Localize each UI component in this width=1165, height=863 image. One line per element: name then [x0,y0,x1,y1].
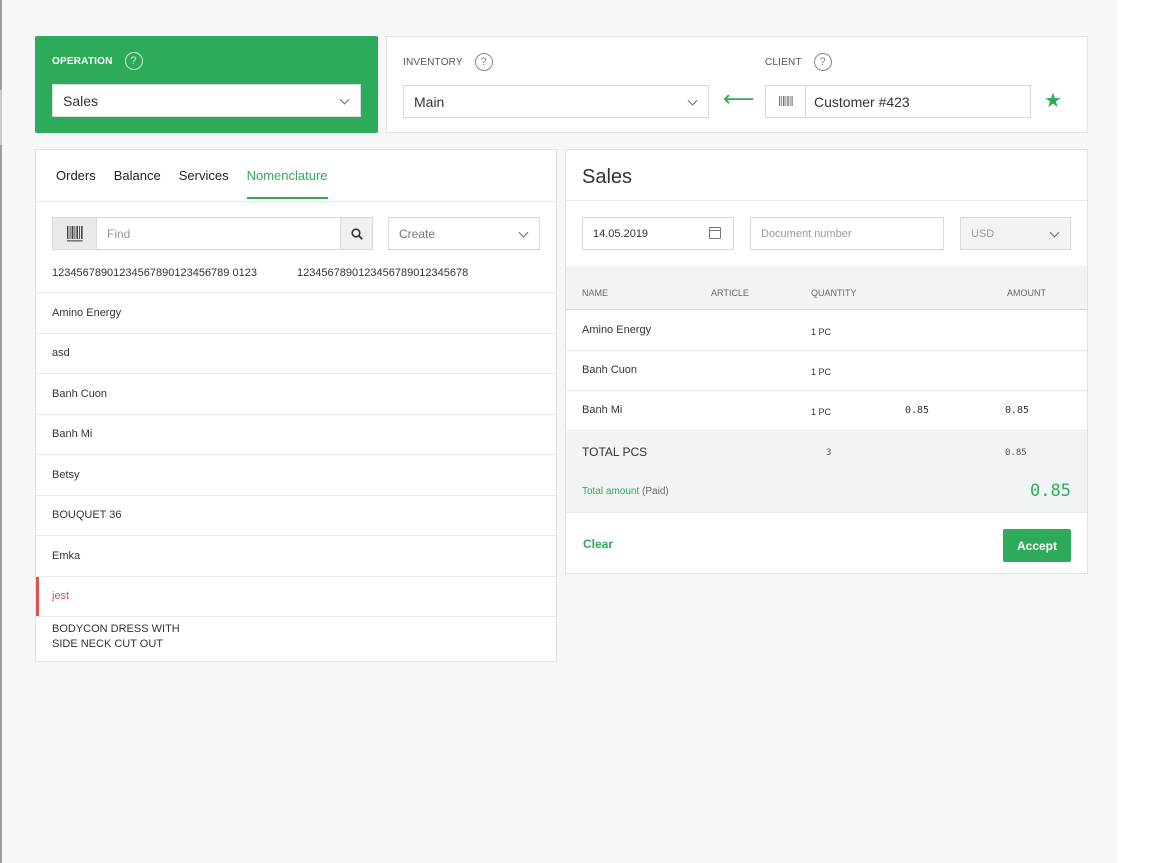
total-pcs-amount: 0.85 [1005,448,1027,458]
barcode-codes: 12345678901234567890123456789 0123 12345… [52,267,468,279]
inventory-value: Main [414,93,445,110]
total-amount-label: Total amount (Paid) [582,486,669,497]
code-text: 12345678901234567890123456789 0123 [52,267,257,279]
search-input[interactable] [97,218,340,249]
row-qty: 1 PC [811,367,832,377]
row-name: Banh Cuon [582,364,638,376]
client-label: CLIENT [765,56,802,68]
tab-orders[interactable]: Orders [56,168,96,199]
nomenclature-card: Orders Balance Services Nomenclature Cre… [35,149,557,662]
header-quantity: QUANTITY [811,288,857,298]
header-name: NAME [582,288,609,298]
sales-card: Sales 14.05.2019 USD NAME ARTICLE QUANTI… [565,149,1088,574]
star-icon[interactable]: ★ [1044,88,1062,113]
list-item[interactable]: BOUQUET 36 [36,494,556,536]
operation-label: OPERATION [52,55,113,67]
total-pcs-value: 3 [826,448,832,458]
inventory-label: INVENTORY [403,56,463,68]
barcode-scan-button[interactable] [53,218,97,249]
table-row[interactable]: Banh Cuon 1 PC [566,351,1087,391]
tab-nomenclature[interactable]: Nomenclature [246,168,328,199]
table-row[interactable]: Amino Energy 1 PC [566,311,1087,351]
list-item[interactable]: Amino Energy [36,292,556,333]
client-field[interactable]: Customer #423 [765,85,1031,118]
date-field[interactable]: 14.05.2019 [582,217,734,250]
product-list: Amino Energy asd Banh Cuon Banh Mi Betsy… [36,292,556,657]
search-button[interactable] [340,218,372,249]
list-item[interactable]: Banh Mi [36,413,556,455]
list-item[interactable]: Banh Cuon [36,373,556,414]
chevron-down-icon [518,227,529,238]
divider [566,200,1087,201]
row-qty: 1 PC [811,407,832,417]
row-name: Amino Energy [582,324,652,336]
totals: TOTAL PCS 3 0.85 Total amount (Paid) 0.8… [566,432,1087,513]
row-name: Banh Mi [582,404,623,416]
inventory-client-panel: INVENTORY ? Main ⟵ CLIENT ? Customer #42… [386,36,1088,133]
chevron-down-icon [687,95,698,106]
operation-select[interactable]: Sales [52,84,361,117]
help-icon[interactable]: ? [813,53,832,71]
arrow-left-icon: ⟵ [723,86,755,111]
row-amount: 0.85 [1005,405,1030,416]
search-icon [350,227,363,240]
header-amount: AMOUNT [1007,288,1046,298]
help-icon[interactable]: ? [124,52,143,70]
list-item-alert[interactable]: jest [36,575,556,617]
client-value: Customer #423 [814,93,910,110]
tab-balance[interactable]: Balance [114,168,161,199]
inventory-select[interactable]: Main [403,85,709,118]
date-value: 14.05.2019 [593,227,649,240]
search-group [52,217,373,250]
list-item[interactable]: Betsy [36,454,556,495]
chevron-down-icon [1049,227,1060,238]
header-article: ARTICLE [711,288,749,298]
tab-services[interactable]: Services [179,168,229,199]
clear-button[interactable]: Clear [583,537,613,551]
table-header: NAME ARTICLE QUANTITY AMOUNT [566,266,1087,310]
operation-panel: OPERATION ? Sales [35,36,378,133]
calendar-icon[interactable] [709,227,721,239]
currency-select[interactable]: USD [960,217,1071,250]
help-icon[interactable]: ? [474,53,493,71]
create-select[interactable]: Create [388,217,540,250]
sales-title: Sales [582,166,633,188]
row-qty: 1 PC [811,327,832,337]
divider [36,201,556,202]
total-pcs-label: TOTAL PCS [582,445,648,459]
total-amount-text: Total amount [582,486,640,497]
row-price: 0.85 [905,405,930,416]
accept-button[interactable]: Accept [1003,529,1071,562]
document-number-input[interactable] [750,217,944,250]
code-text: 1234567890123456789012345678 [296,267,469,279]
paid-status: (Paid) [642,486,669,497]
barcode-icon [66,225,83,241]
table-row[interactable]: Banh Mi 1 PC 0.85 0.85 [566,391,1087,431]
chevron-down-icon [339,94,350,105]
total-amount-value: 0.85 [1030,481,1071,501]
currency-value: USD [971,227,995,240]
tab-bar: Orders Balance Services Nomenclature [56,168,328,199]
list-item[interactable]: BODYCON DRESS WITH SIDE NECK CUT OUT [36,616,556,657]
operation-value: Sales [63,92,99,109]
list-item[interactable]: asd [36,332,556,374]
create-label: Create [399,226,436,241]
list-item[interactable]: Emka [36,535,556,576]
barcode-icon[interactable] [766,86,806,117]
